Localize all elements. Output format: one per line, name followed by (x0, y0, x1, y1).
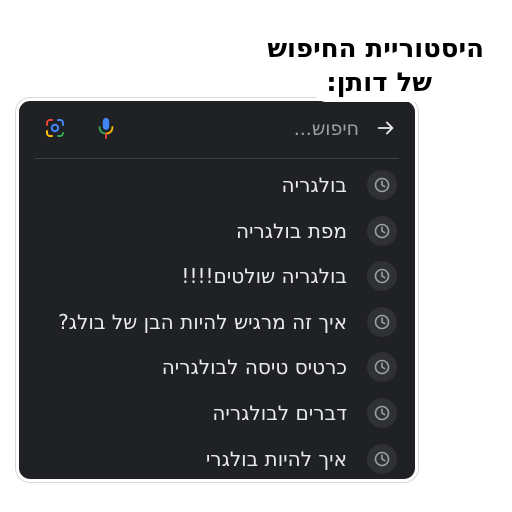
history-clock-icon (367, 215, 397, 246)
history-item-text: דברים לבולגריה (212, 400, 347, 425)
history-item[interactable]: איך זה מרגיש להיות הבן של בולג? (19, 300, 415, 346)
search-input[interactable]: חיפוש... (294, 117, 359, 141)
history-list: בולגריה מפת בולגריה בולגריה שולטים!!!! א… (19, 163, 415, 482)
history-item-text: איך זה מרגיש להיות הבן של בולג? (58, 309, 347, 334)
search-history-panel: חיפוש... בולגריה מפת בולגריה בולגריה שול… (16, 98, 418, 482)
history-item[interactable]: איך להיות בולגרי (19, 437, 415, 483)
history-item[interactable]: בולגריה שולטים!!!! (19, 254, 415, 300)
search-bar: חיפוש... (19, 101, 415, 159)
divider (35, 158, 399, 159)
history-item-text: מפת בולגריה (235, 218, 347, 243)
history-item[interactable]: מפת בולגריה (19, 209, 415, 255)
google-lens-icon[interactable] (45, 118, 65, 138)
arrow-right-icon[interactable] (375, 117, 397, 139)
history-item[interactable]: דברים לבולגריה (19, 391, 415, 437)
history-clock-icon (367, 397, 397, 428)
history-item[interactable]: בולגריה (19, 163, 415, 209)
caption-line-1: היסטוריית החיפוש (255, 30, 496, 68)
caption-line-2: של דותן: (314, 64, 444, 102)
history-item-text: איך להיות בולגרי (205, 446, 347, 471)
history-item-text: בולגריה (281, 173, 347, 197)
history-clock-icon (367, 306, 397, 337)
history-item-text: כרטיס טיסה לבולגריה (161, 355, 347, 380)
caption-bubble: היסטוריית החיפוש של דותן: (255, 30, 496, 102)
microphone-icon[interactable] (95, 116, 117, 140)
history-item[interactable]: כרטיס טיסה לבולגריה (19, 345, 415, 391)
history-clock-icon (367, 352, 397, 383)
history-clock-icon (367, 443, 397, 474)
history-clock-icon (367, 261, 397, 292)
history-clock-icon (367, 170, 397, 200)
history-item-text: בולגריה שולטים!!!! (181, 264, 347, 289)
